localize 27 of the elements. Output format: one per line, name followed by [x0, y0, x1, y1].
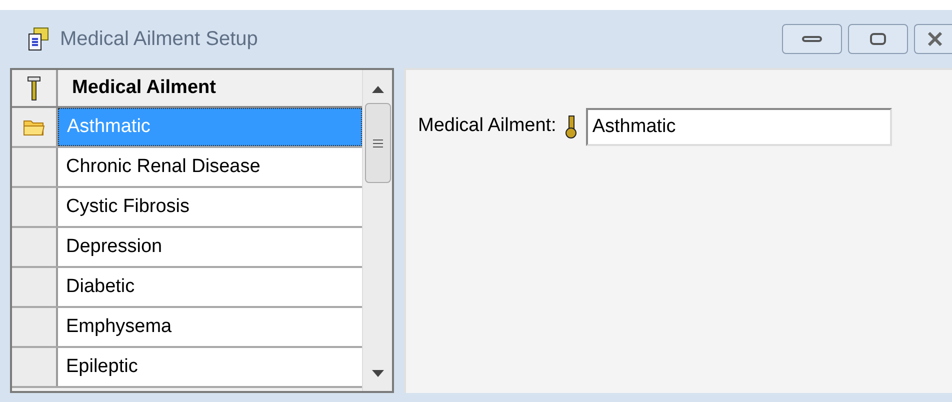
table-cell[interactable]: Diabetic — [58, 268, 362, 306]
row-header[interactable] — [12, 148, 58, 186]
table-cell[interactable]: Emphysema — [58, 308, 362, 346]
minimize-button[interactable] — [782, 24, 842, 54]
scroll-up-icon[interactable] — [372, 86, 384, 93]
row-header[interactable] — [12, 308, 58, 346]
field-label: Medical Ailment: — [418, 114, 556, 138]
table-cell[interactable]: Epileptic — [58, 348, 362, 386]
row-header[interactable] — [12, 188, 58, 226]
scroll-down-icon[interactable] — [372, 370, 384, 377]
maximize-button[interactable] — [848, 24, 908, 54]
ailment-input[interactable]: Asthmatic — [586, 108, 892, 146]
scroll-thumb[interactable] — [364, 103, 390, 183]
row-header[interactable] — [12, 108, 58, 146]
hammer-icon — [27, 74, 41, 102]
table-cell[interactable]: Chronic Renal Disease — [58, 148, 362, 186]
key-icon — [564, 115, 578, 139]
row-header[interactable] — [12, 268, 58, 306]
row-header[interactable] — [12, 228, 58, 266]
scrollbar[interactable] — [362, 70, 392, 391]
window-title: Medical Ailment Setup — [60, 27, 258, 52]
close-button[interactable] — [914, 24, 952, 54]
table-cell[interactable]: Depression — [58, 228, 362, 266]
row-header[interactable] — [12, 348, 58, 386]
folder-icon — [23, 118, 45, 136]
table-cell[interactable]: Cystic Fibrosis — [58, 188, 362, 226]
close-icon — [927, 32, 943, 46]
